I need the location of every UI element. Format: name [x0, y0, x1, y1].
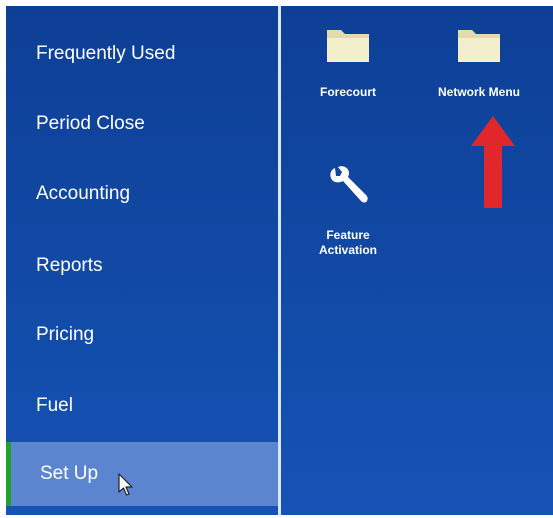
- sidebar-item-label: Set Up: [40, 463, 99, 484]
- sidebar-item-label: Accounting: [36, 183, 131, 204]
- tile-network-menu[interactable]: Network Menu: [414, 24, 544, 100]
- sidebar-item-set-up[interactable]: Set Up: [6, 442, 278, 506]
- sidebar-item-pricing[interactable]: Pricing: [6, 307, 278, 363]
- pane-divider: [278, 6, 281, 515]
- annotation-arrow-up-icon: [471, 116, 515, 208]
- folder-icon: [458, 30, 500, 62]
- wrench-icon: [330, 166, 368, 203]
- sidebar: Frequently Used Period Close Accounting …: [6, 6, 278, 515]
- tile-label-line1: Feature: [326, 228, 370, 242]
- sidebar-item-label: Period Close: [36, 113, 145, 134]
- sidebar-item-fuel[interactable]: Fuel: [6, 378, 278, 434]
- mouse-cursor-icon: [118, 473, 133, 496]
- tile-forecourt[interactable]: Forecourt: [298, 24, 398, 100]
- sidebar-item-reports[interactable]: Reports: [6, 238, 278, 294]
- tile-label: Network Menu: [437, 85, 520, 99]
- tile-label: Forecourt: [319, 85, 376, 99]
- sidebar-item-label: Pricing: [36, 324, 95, 345]
- sidebar-item-frequently-used[interactable]: Frequently Used: [6, 26, 278, 82]
- sidebar-item-period-close[interactable]: Period Close: [6, 96, 278, 152]
- tile-feature-activation[interactable]: Feature Activation: [298, 164, 398, 258]
- app-window: Frequently Used Period Close Accounting …: [6, 6, 553, 515]
- sidebar-item-label: Frequently Used: [36, 43, 176, 64]
- sidebar-item-label: Reports: [36, 255, 103, 276]
- sidebar-item-label: Fuel: [36, 395, 73, 416]
- sidebar-item-accounting[interactable]: Accounting: [6, 166, 278, 222]
- tile-label-line2: Activation: [318, 243, 377, 257]
- folder-icon: [327, 30, 369, 62]
